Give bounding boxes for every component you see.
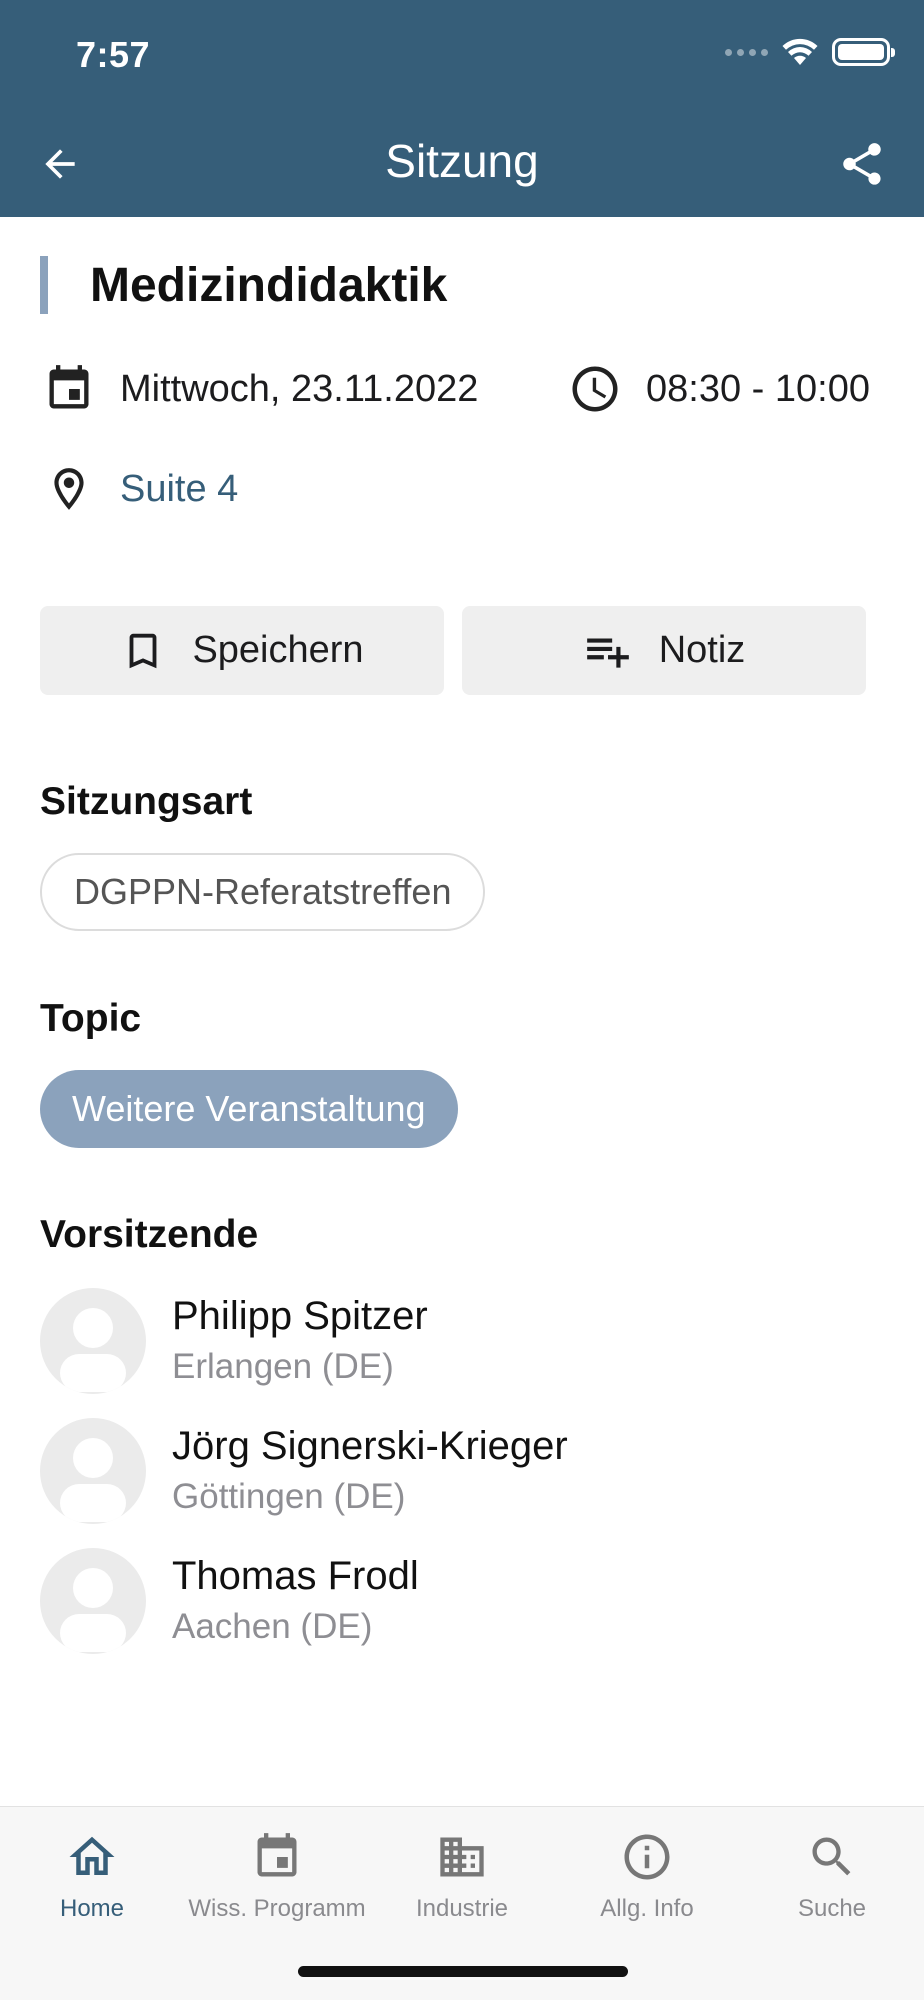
share-button[interactable] xyxy=(834,136,890,192)
avatar xyxy=(40,1548,146,1654)
chair-location: Aachen (DE) xyxy=(172,1607,373,1646)
home-icon xyxy=(64,1829,120,1885)
chair-name: Thomas Frodl xyxy=(172,1554,419,1598)
calendar-icon xyxy=(42,362,96,416)
save-button[interactable]: Speichern xyxy=(40,606,444,695)
chair-location: Erlangen (DE) xyxy=(172,1347,394,1386)
note-button-label: Notiz xyxy=(658,629,746,671)
nav-item-home[interactable]: Home xyxy=(0,1829,184,1923)
nav-label-info: Allg. Info xyxy=(600,1895,694,1922)
title-accent-bar xyxy=(40,256,48,314)
page-title: Sitzung xyxy=(385,135,539,187)
chair-list-item[interactable]: Thomas Frodl Aachen (DE) xyxy=(40,1548,419,1654)
app-header: 7:57 Sitzung xyxy=(0,0,924,217)
chair-name: Philipp Spitzer xyxy=(172,1294,428,1338)
nav-label-home: Home xyxy=(59,1895,125,1922)
home-indicator xyxy=(298,1966,628,1977)
nav-item-program[interactable]: Wiss. Programm xyxy=(185,1829,369,1923)
battery-icon xyxy=(832,38,895,66)
clock-icon xyxy=(568,362,622,416)
nav-label-search: Suche xyxy=(797,1895,867,1922)
session-time: 08:30 - 10:00 xyxy=(646,367,870,410)
chair-name: Jörg Signerski-Krieger xyxy=(172,1424,568,1468)
status-icons xyxy=(725,38,895,66)
playlist-add-icon xyxy=(586,638,629,668)
session-location-link[interactable]: Suite 4 xyxy=(120,468,238,511)
cellular-signal-icon xyxy=(725,48,768,56)
add-note-button[interactable]: Notiz xyxy=(462,606,866,695)
location-pin-icon xyxy=(42,462,96,516)
nav-item-industry[interactable]: Industrie xyxy=(370,1829,554,1923)
session-location-row[interactable]: Suite 4 xyxy=(42,462,238,516)
session-title-row: Medizindidaktik xyxy=(40,256,447,314)
session-title: Medizindidaktik xyxy=(90,258,448,312)
calendar-icon xyxy=(249,1829,305,1885)
avatar xyxy=(40,1418,146,1524)
session-type-label: Sitzungsart xyxy=(40,780,253,823)
session-time-row: 08:30 - 10:00 xyxy=(568,362,870,416)
info-icon xyxy=(619,1829,675,1885)
session-type-chip[interactable]: DGPPN-Referatstreffen xyxy=(40,853,486,931)
share-icon xyxy=(843,143,881,185)
wifi-icon xyxy=(782,38,818,65)
status-time: 7:57 xyxy=(76,34,151,75)
topic-chip[interactable]: Weitere Veranstaltung xyxy=(40,1070,458,1148)
nav-label-program: Wiss. Programm xyxy=(188,1895,366,1922)
nav-label-industry: Industrie xyxy=(415,1895,509,1922)
session-date: Mittwoch, 23.11.2022 xyxy=(120,367,479,410)
avatar xyxy=(40,1288,146,1394)
search-icon xyxy=(804,1829,860,1885)
chair-list-item[interactable]: Jörg Signerski-Krieger Göttingen (DE) xyxy=(40,1418,568,1524)
nav-item-info[interactable]: Allg. Info xyxy=(555,1829,739,1923)
nav-item-search[interactable]: Suche xyxy=(740,1829,924,1923)
topic-label: Topic xyxy=(40,997,142,1040)
chairs-label: Vorsitzende xyxy=(40,1213,259,1256)
session-date-row: Mittwoch, 23.11.2022 xyxy=(42,362,478,416)
save-button-label: Speichern xyxy=(192,629,364,671)
bookmark-icon xyxy=(130,633,157,668)
chair-list-item[interactable]: Philipp Spitzer Erlangen (DE) xyxy=(40,1288,428,1394)
chair-location: Göttingen (DE) xyxy=(172,1477,406,1516)
building-icon xyxy=(434,1829,490,1885)
